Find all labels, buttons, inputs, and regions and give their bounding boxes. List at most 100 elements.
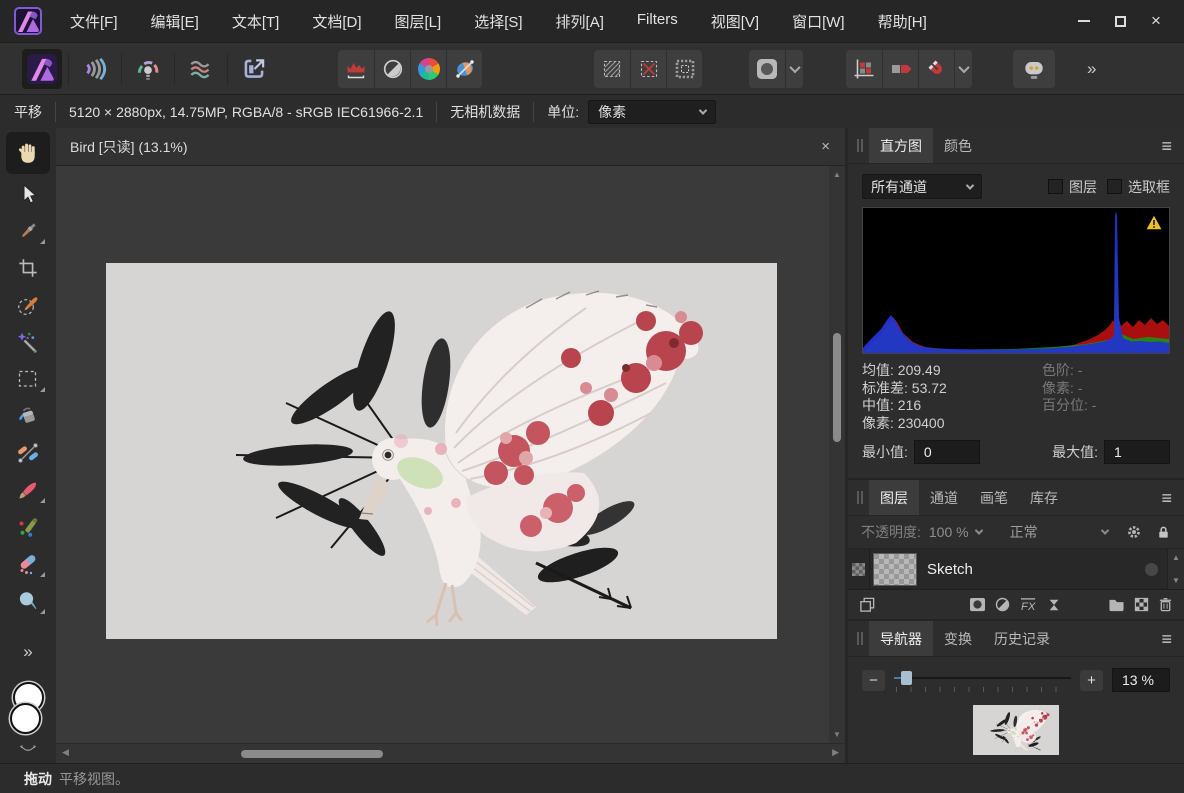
paint-brush-tool[interactable] — [6, 471, 50, 508]
unit-select[interactable]: 像素 — [588, 100, 716, 124]
tab-stock[interactable]: 库存 — [1019, 480, 1069, 515]
lock-icon[interactable] — [1156, 525, 1171, 540]
toolbar-overflow-button[interactable]: » — [1087, 59, 1096, 79]
layer-thumbnail[interactable] — [873, 553, 917, 586]
tab-transform[interactable]: 变换 — [933, 621, 983, 656]
zoom-out-button[interactable]: − — [862, 670, 885, 691]
move-by-whole-pixels-button[interactable] — [882, 50, 918, 88]
layer-visibility-toggle[interactable] — [1145, 563, 1158, 576]
zoom-slider-track[interactable] — [894, 677, 1071, 679]
gear-icon[interactable] — [1126, 524, 1142, 540]
tab-navigator[interactable]: 导航器 — [869, 621, 933, 656]
selection-brush-tool[interactable] — [6, 286, 50, 323]
blend-mode-value[interactable]: 正常 — [1010, 522, 1038, 542]
menu-edit[interactable]: 编辑[E] — [151, 11, 199, 32]
quick-mask-dropdown[interactable] — [785, 50, 803, 88]
menu-help[interactable]: 帮助[H] — [878, 11, 927, 32]
adjustment-layer-button[interactable] — [995, 597, 1010, 612]
document-tab[interactable]: Bird [只读] (13.1%) × — [56, 128, 845, 166]
menu-filters[interactable]: Filters — [637, 11, 678, 32]
tab-brushes[interactable]: 画笔 — [969, 480, 1019, 515]
invert-selection-button[interactable] — [666, 50, 702, 88]
zoom-slider[interactable] — [894, 668, 1071, 692]
minimize-button[interactable] — [1066, 6, 1102, 36]
snapping-dropdown[interactable] — [954, 50, 972, 88]
snapping-button[interactable] — [918, 50, 954, 88]
duplicate-layer-button[interactable] — [859, 596, 876, 613]
grid-snap-button[interactable] — [846, 50, 882, 88]
close-button[interactable]: × — [1138, 6, 1174, 36]
auto-levels-button[interactable] — [338, 50, 374, 88]
menu-text[interactable]: 文本[T] — [232, 11, 280, 32]
layer-name[interactable]: Sketch — [927, 561, 973, 578]
horizontal-scroll-thumb[interactable] — [241, 750, 383, 758]
chevron-down-icon[interactable] — [1101, 526, 1109, 534]
primary-colour-swatch[interactable] — [10, 703, 41, 734]
navigator-thumbnail[interactable] — [973, 705, 1059, 755]
tab-layers[interactable]: 图层 — [869, 480, 919, 515]
live-filter-button[interactable] — [1047, 598, 1061, 612]
export-persona-button[interactable] — [234, 49, 274, 89]
panel-drag-grip[interactable] — [857, 139, 863, 152]
scroll-up-icon[interactable]: ▲ — [1172, 553, 1180, 562]
scroll-up-icon[interactable]: ▲ — [829, 170, 845, 179]
blur-tool[interactable] — [6, 582, 50, 619]
view-pan-tool[interactable] — [6, 132, 50, 174]
tone-mapping-persona-button[interactable] — [181, 49, 221, 89]
new-pixel-layer-button[interactable] — [1134, 597, 1149, 612]
zoom-slider-knob[interactable] — [901, 671, 912, 685]
colour-replacement-brush-tool[interactable] — [6, 508, 50, 545]
liquify-persona-button[interactable] — [75, 49, 115, 89]
auto-white-balance-button[interactable] — [446, 50, 482, 88]
scroll-right-icon[interactable]: ▶ — [832, 747, 839, 758]
opacity-value[interactable]: 100 % — [929, 524, 969, 540]
flood-select-tool[interactable] — [6, 323, 50, 360]
scroll-down-icon[interactable]: ▼ — [829, 730, 845, 739]
tab-colour[interactable]: 颜色 — [933, 128, 983, 163]
develop-persona-button[interactable] — [128, 49, 168, 89]
erase-brush-tool[interactable] — [6, 545, 50, 582]
group-layers-button[interactable] — [1108, 597, 1125, 612]
max-value-input[interactable]: 1 — [1104, 440, 1170, 464]
panel-menu-icon[interactable]: ≡ — [1161, 489, 1172, 507]
deselect-button[interactable] — [630, 50, 666, 88]
auto-colours-button[interactable] — [410, 50, 446, 88]
menu-view[interactable]: 视图[V] — [711, 11, 759, 32]
flood-fill-tool[interactable] — [6, 397, 50, 434]
colour-swatches[interactable] — [6, 682, 50, 742]
auto-contrast-button[interactable] — [374, 50, 410, 88]
tab-channels[interactable]: 通道 — [919, 480, 969, 515]
menu-file[interactable]: 文件[F] — [70, 11, 118, 32]
colour-picker-tool[interactable] — [6, 212, 50, 249]
layer-effects-button[interactable]: FX — [1019, 597, 1038, 612]
delete-layer-button[interactable] — [1158, 597, 1173, 612]
zoom-in-button[interactable]: + — [1080, 670, 1103, 691]
vertical-scrollbar[interactable]: ▲ ▼ — [829, 166, 845, 743]
more-tools-button[interactable]: » — [6, 633, 50, 670]
horizontal-scrollbar[interactable]: ◀ ▶ — [56, 743, 845, 763]
channel-select[interactable]: 所有通道 — [862, 174, 982, 199]
scroll-left-icon[interactable]: ◀ — [62, 747, 69, 758]
quick-mask-button[interactable] — [749, 50, 785, 88]
menu-select[interactable]: 选择[S] — [474, 11, 522, 32]
canvas-viewport[interactable]: ▲ ▼ — [56, 166, 845, 743]
assistant-button[interactable] — [1013, 50, 1055, 88]
tab-history[interactable]: 历史记录 — [983, 621, 1061, 656]
tab-histogram[interactable]: 直方图 — [869, 128, 933, 163]
select-all-button[interactable] — [594, 50, 630, 88]
panel-drag-grip[interactable] — [857, 632, 863, 645]
vertical-scroll-thumb[interactable] — [833, 333, 841, 442]
panel-menu-icon[interactable]: ≡ — [1161, 630, 1172, 648]
menu-arrange[interactable]: 排列[A] — [556, 11, 604, 32]
marquee-select-tool[interactable] — [6, 360, 50, 397]
marquee-checkbox[interactable] — [1107, 179, 1122, 194]
gradient-tool[interactable] — [6, 434, 50, 471]
maximize-button[interactable] — [1102, 6, 1138, 36]
menu-window[interactable]: 窗口[W] — [792, 11, 845, 32]
swap-colours-icon[interactable] — [18, 744, 38, 754]
document-image[interactable] — [106, 263, 777, 639]
min-value-input[interactable]: 0 — [914, 440, 980, 464]
scroll-down-icon[interactable]: ▼ — [1172, 576, 1180, 585]
panel-drag-grip[interactable] — [857, 491, 863, 504]
mask-layer-button[interactable] — [969, 597, 986, 612]
